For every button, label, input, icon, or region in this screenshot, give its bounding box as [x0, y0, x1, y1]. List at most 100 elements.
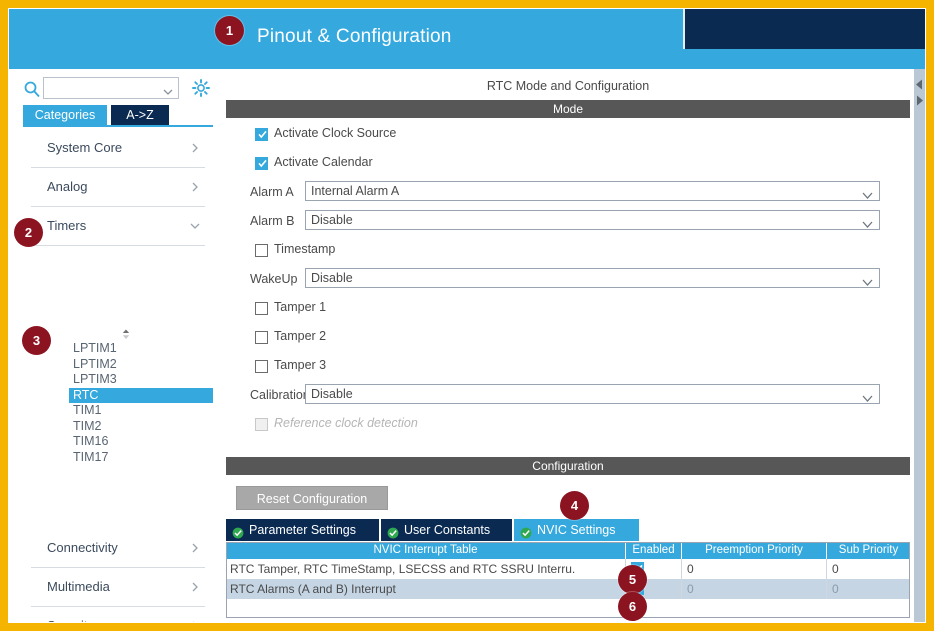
sidebar-tabs-underline	[23, 125, 213, 127]
callout-badge-4: 4	[560, 491, 589, 520]
tab-nvic-settings-label: NVIC Settings	[537, 523, 616, 537]
label-timestamp: Timestamp	[274, 242, 336, 256]
scroll-left-icon[interactable]	[915, 77, 924, 90]
list-item-lptim3[interactable]: LPTIM3	[69, 372, 213, 388]
chevron-down-icon	[862, 187, 873, 199]
checkbox-activate-clock-source[interactable]	[255, 128, 268, 141]
cell-sub-priority[interactable]: 0	[827, 579, 910, 599]
panel-title: RTC Mode and Configuration	[486, 79, 650, 93]
sidebar-item-system-core[interactable]: System Core	[31, 129, 205, 168]
label-tamper-1: Tamper 1	[274, 300, 327, 314]
check-circle-icon	[387, 524, 399, 539]
row-alarm-b: Alarm B Disable	[222, 208, 914, 237]
list-item-tim1[interactable]: TIM1	[69, 403, 213, 419]
tab-user-constants[interactable]: User Constants	[381, 519, 514, 541]
sidebar-item-security[interactable]: Security	[31, 607, 205, 631]
label-reference-clock-detection: Reference clock detection	[274, 416, 418, 430]
cell-interrupt-name: RTC Tamper, RTC TimeStamp, LSECSS and RT…	[226, 559, 626, 579]
list-item-tim2[interactable]: TIM2	[69, 419, 213, 435]
chevron-right-icon	[189, 580, 201, 592]
label-activate-clock-source: Activate Clock Source	[274, 126, 397, 140]
cell-sub-priority[interactable]: 0	[827, 559, 910, 579]
callout-badge-3: 3	[22, 326, 51, 355]
row-activate-clock-source: Activate Clock Source	[222, 121, 914, 150]
label-tamper-2: Tamper 2	[274, 329, 327, 343]
stm32cubemx-window: Pinout & Configuration Categories A->Z S…	[0, 0, 934, 631]
sidebar-item-analog[interactable]: Analog	[31, 168, 205, 207]
list-item-rtc[interactable]: RTC	[69, 387, 213, 403]
sidebar-item-timers[interactable]: Timers	[31, 207, 205, 246]
column-header-interrupt: NVIC Interrupt Table	[226, 542, 626, 559]
tab-nvic-settings[interactable]: NVIC Settings	[514, 519, 639, 541]
table-row[interactable]: RTC Tamper, RTC TimeStamp, LSECSS and RT…	[226, 559, 910, 579]
chevron-right-icon	[189, 180, 201, 192]
rtc-configuration-panel: RTC Mode and Configuration Mode Activate…	[222, 69, 914, 622]
sidebar-item-label: Multimedia	[47, 579, 110, 594]
pinout-configuration-header: Pinout & Configuration	[9, 9, 925, 69]
checkbox-activate-calendar[interactable]	[255, 157, 268, 170]
tab-parameter-settings-label: Parameter Settings	[249, 523, 356, 537]
nvic-interrupt-table: NVIC Interrupt Table Enabled Preemption …	[226, 542, 910, 599]
sidebar-item-label: System Core	[47, 140, 123, 155]
mode-section-header: Mode	[226, 100, 910, 118]
column-header-enabled: Enabled	[626, 542, 682, 559]
row-tamper-3: Tamper 3	[222, 353, 914, 382]
column-header-sub-priority: Sub Priority	[838, 544, 899, 556]
list-item-tim17[interactable]: TIM17	[69, 450, 213, 466]
select-wakeup-value: Disable	[311, 271, 353, 285]
tab-parameter-settings[interactable]: Parameter Settings	[226, 519, 381, 541]
label-activate-calendar: Activate Calendar	[274, 155, 373, 169]
cell-preemption-priority[interactable]: 0	[682, 559, 827, 579]
callout-badge-5: 5	[618, 565, 647, 594]
category-list-top: System Core Analog Timers	[23, 129, 213, 246]
checkbox-tamper-2[interactable]	[255, 331, 268, 344]
checkbox-tamper-3[interactable]	[255, 360, 268, 373]
list-item-lptim2[interactable]: LPTIM2	[69, 357, 213, 373]
table-row[interactable]: RTC Alarms (A and B) Interrupt 0 0	[226, 579, 910, 599]
configuration-section-header: Configuration	[226, 457, 910, 475]
sidebar-item-label: Timers	[47, 218, 87, 233]
search-row	[23, 77, 213, 101]
row-timestamp: Timestamp	[222, 237, 914, 266]
horizontal-scroll-arrows[interactable]	[914, 69, 925, 622]
row-alarm-a: Alarm A Internal Alarm A	[222, 179, 914, 208]
cell-preemption-priority[interactable]: 0	[682, 579, 827, 599]
list-item-tim16[interactable]: TIM16	[69, 434, 213, 450]
sidebar-item-multimedia[interactable]: Multimedia	[31, 568, 205, 607]
reset-configuration-button[interactable]: Reset Configuration	[236, 486, 388, 510]
chevron-right-icon	[189, 541, 201, 553]
select-alarm-b[interactable]: Disable	[305, 210, 880, 230]
select-calibration[interactable]: Disable	[305, 384, 880, 404]
mode-form: Activate Clock Source Activate Calendar …	[222, 121, 914, 440]
row-reference-clock-detection: Reference clock detection	[222, 411, 914, 440]
sidebar-item-label: Connectivity	[47, 540, 118, 555]
chevron-right-icon	[189, 619, 201, 631]
gear-icon[interactable]	[191, 78, 211, 98]
label-wakeup: WakeUp	[250, 272, 298, 286]
chevron-down-icon	[862, 274, 873, 286]
select-alarm-a[interactable]: Internal Alarm A	[305, 181, 880, 201]
column-header-preemption-priority: Preemption Priority	[682, 542, 827, 559]
checkbox-reference-clock-detection	[255, 418, 268, 431]
checkbox-tamper-1[interactable]	[255, 302, 268, 315]
sidebar-item-connectivity[interactable]: Connectivity	[31, 529, 205, 568]
checkbox-timestamp[interactable]	[255, 244, 268, 257]
list-scroll-handle-icon[interactable]	[119, 328, 133, 342]
row-calibration: Calibration Disable	[222, 382, 914, 411]
chevron-down-icon	[862, 390, 873, 402]
row-activate-calendar: Activate Calendar	[222, 150, 914, 179]
chevron-down-icon[interactable]	[163, 84, 173, 95]
tab-categories[interactable]: Categories	[23, 105, 107, 125]
callout-badge-6: 6	[618, 592, 647, 621]
scroll-right-icon[interactable]	[915, 93, 924, 106]
category-list-bottom: Connectivity Multimedia Security Computi…	[23, 529, 213, 631]
nav-tab-placeholder[interactable]	[683, 9, 925, 49]
label-alarm-a: Alarm A	[250, 185, 294, 199]
list-item-lptim1[interactable]: LPTIM1	[69, 341, 213, 357]
sidebar-item-label: Security	[47, 618, 94, 631]
select-wakeup[interactable]: Disable	[305, 268, 880, 288]
tab-a-to-z[interactable]: A->Z	[111, 105, 169, 125]
search-input[interactable]	[43, 77, 179, 99]
sidebar-item-label: Analog	[47, 179, 88, 194]
cell-interrupt-name: RTC Alarms (A and B) Interrupt	[226, 579, 626, 599]
